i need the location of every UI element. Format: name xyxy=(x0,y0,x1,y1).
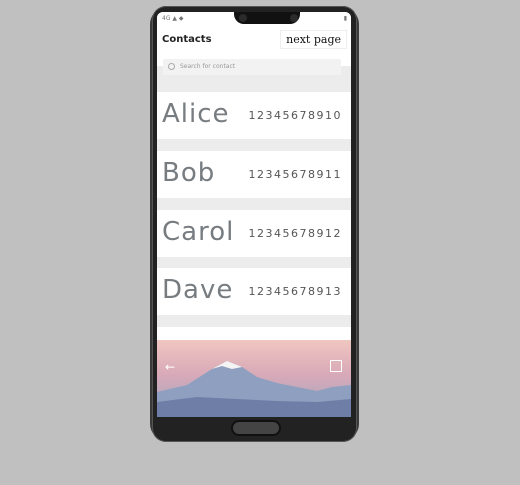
page-title: Contacts xyxy=(162,34,212,45)
list-item[interactable]: Bob 12345678911 xyxy=(157,151,351,198)
search-placeholder: Search for contact xyxy=(180,63,236,70)
battery-icon: ▮ xyxy=(343,15,347,22)
sensor-icon xyxy=(290,14,298,22)
contact-name: Alice xyxy=(162,99,230,129)
contact-number: 12345678913 xyxy=(248,285,342,298)
contact-name: Bob xyxy=(162,158,216,188)
contact-name: Dave xyxy=(162,275,234,305)
contact-number: 12345678912 xyxy=(248,227,342,240)
list-item[interactable]: Dave 12345678913 xyxy=(157,268,351,315)
search-input[interactable]: Search for contact xyxy=(163,59,341,75)
list-item[interactable]: Carol 12345678912 xyxy=(157,210,351,257)
next-page-button[interactable]: next page xyxy=(280,30,347,49)
contact-name: Carol xyxy=(162,217,235,247)
camera-icon xyxy=(239,14,247,22)
wallpaper-overlay: ← xyxy=(157,340,351,417)
mountain-image xyxy=(157,361,351,417)
contact-number: 12345678910 xyxy=(248,109,342,122)
status-left: 4G ▲ ◆ xyxy=(162,15,184,22)
list-item[interactable]: Alice 12345678910 xyxy=(157,92,351,139)
home-button[interactable] xyxy=(231,420,281,436)
contact-number: 12345678911 xyxy=(248,168,342,181)
search-icon xyxy=(168,63,175,70)
screen: 4G ▲ ◆ ▮ Contacts next page Search for c… xyxy=(157,12,351,417)
